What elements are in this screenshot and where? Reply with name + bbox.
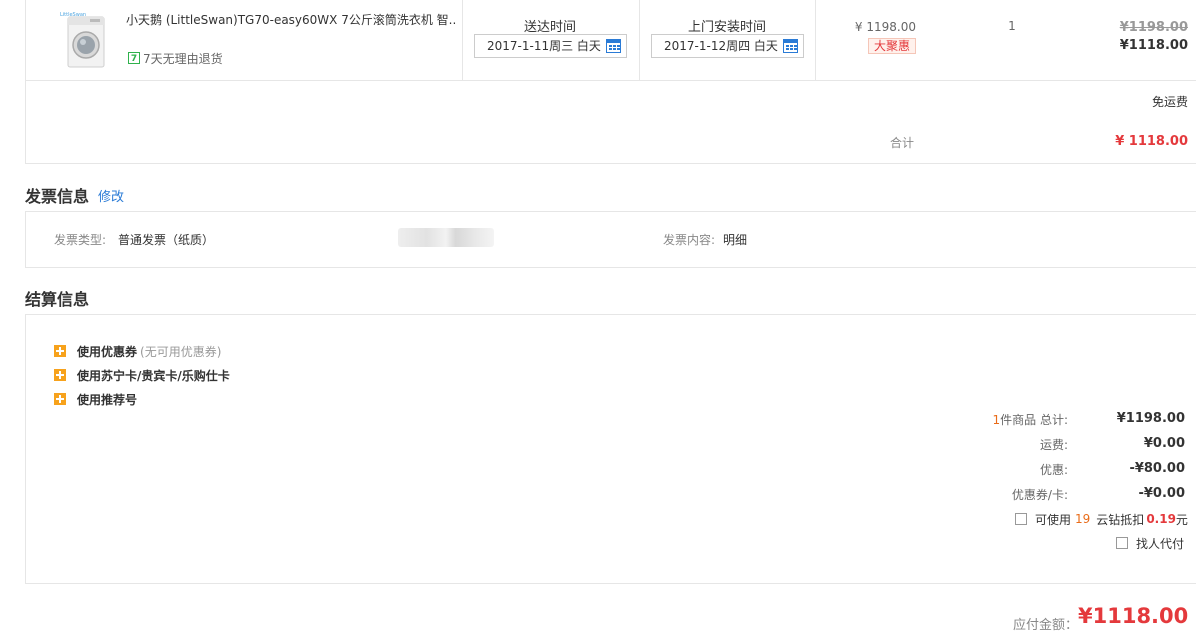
col-divider bbox=[639, 0, 640, 81]
invoice-type-label: 发票类型: bbox=[54, 233, 107, 247]
invoice-title: 发票信息 bbox=[25, 187, 90, 206]
coupon-value: -¥0.00 bbox=[1138, 486, 1185, 501]
original-total: ¥1198.00 bbox=[1119, 20, 1188, 35]
invoice-edit-link[interactable]: 修改 bbox=[98, 186, 124, 205]
payable-label: 应付金额： bbox=[1012, 618, 1078, 633]
expand-plus-icon[interactable] bbox=[54, 369, 66, 381]
use-coupon-note: (无可用优惠券) bbox=[140, 344, 222, 359]
shipping-block bbox=[25, 80, 1196, 164]
use-referral-label[interactable]: 使用推荐号 bbox=[77, 391, 137, 408]
item-count: 1 bbox=[992, 413, 1001, 427]
use-card-option[interactable]: 使用苏宁卡/贵宾卡/乐购仕卡 bbox=[54, 367, 230, 383]
delivery-time-label: 送达时间 bbox=[523, 20, 576, 35]
product-name[interactable]: 小天鹅 (LittleSwan)TG70-easy60WX 7公斤滚筒洗衣机 智… bbox=[126, 11, 456, 28]
freight-value: ¥0.00 bbox=[1143, 436, 1185, 451]
payable-amount: ¥1118.00 bbox=[1078, 604, 1189, 628]
use-card-label[interactable]: 使用苏宁卡/贵宾卡/乐购仕卡 bbox=[77, 367, 230, 384]
goods-total-label: 1件商品 总计: bbox=[900, 411, 1069, 428]
diamond-mid: 云钻抵扣 bbox=[1096, 512, 1145, 527]
invoice-content-label: 发票内容: bbox=[663, 233, 716, 247]
promo-tag: 大聚惠 bbox=[868, 38, 916, 54]
diamond-count: 19 bbox=[1075, 512, 1091, 526]
settlement-title: 结算信息 bbox=[25, 290, 90, 309]
product-image[interactable]: LittleSwan bbox=[56, 5, 116, 69]
coupon-label: 优惠券/卡: bbox=[1011, 488, 1068, 502]
diamond-checkbox[interactable] bbox=[1015, 513, 1027, 525]
return-icon: 7 bbox=[128, 52, 140, 64]
proxy-pay-label: 找人代付 bbox=[1136, 536, 1185, 551]
return-policy: 7 7天无理由退货 bbox=[128, 50, 223, 66]
delivery-date-value: 2017-1-11周三 白天 bbox=[487, 39, 601, 53]
return-policy-text: 7天无理由退货 bbox=[143, 51, 223, 66]
redacted-info bbox=[398, 228, 494, 247]
proxy-pay-option[interactable]: 找人代付 bbox=[1116, 535, 1184, 551]
install-date-picker[interactable]: 2017-1-12周四 白天 bbox=[651, 34, 804, 58]
freight-label: 运费: bbox=[1039, 438, 1068, 452]
goods-total-value: ¥1198.00 bbox=[1116, 411, 1185, 426]
install-time-label: 上门安装时间 bbox=[687, 20, 766, 35]
diamond-prefix: 可使用 bbox=[1035, 512, 1072, 527]
discount-label: 优惠: bbox=[1039, 463, 1068, 477]
discount-value: -¥80.00 bbox=[1129, 461, 1185, 476]
invoice-type-value: 普通发票（纸质） bbox=[118, 233, 215, 247]
expand-plus-icon[interactable] bbox=[54, 393, 66, 405]
use-coupon-label[interactable]: 使用优惠券 bbox=[77, 343, 137, 360]
proxy-pay-checkbox[interactable] bbox=[1116, 537, 1128, 549]
unit-price: ¥ 1198.00 bbox=[854, 20, 916, 34]
delivery-date-picker[interactable]: 2017-1-11周三 白天 bbox=[474, 34, 627, 58]
use-referral-option[interactable]: 使用推荐号 bbox=[54, 391, 137, 407]
item-count-suffix: 件商品 总计: bbox=[1000, 413, 1068, 427]
col-divider bbox=[815, 0, 816, 81]
total-value: ¥ 1118.00 bbox=[1115, 134, 1188, 149]
use-coupon-option[interactable]: 使用优惠券 (无可用优惠券) bbox=[54, 343, 221, 359]
diamond-unit: 元 bbox=[1175, 512, 1188, 527]
free-shipping: 免运费 bbox=[1151, 95, 1188, 109]
calendar-icon[interactable] bbox=[783, 39, 798, 53]
install-date-value: 2017-1-12周四 白天 bbox=[664, 39, 778, 53]
diamond-amount: 0.19 bbox=[1146, 512, 1176, 526]
quantity: 1 bbox=[1008, 19, 1016, 33]
item-subtotal: ¥1118.00 bbox=[1119, 38, 1188, 53]
expand-plus-icon[interactable] bbox=[54, 345, 66, 357]
invoice-content-value: 明细 bbox=[723, 233, 748, 247]
calendar-icon[interactable] bbox=[606, 39, 621, 53]
diamond-deduct-option[interactable]: 可使用 19 云钻抵扣 0.19 元 bbox=[1015, 511, 1188, 527]
total-label: 合计 bbox=[889, 136, 914, 150]
col-divider bbox=[462, 0, 463, 81]
